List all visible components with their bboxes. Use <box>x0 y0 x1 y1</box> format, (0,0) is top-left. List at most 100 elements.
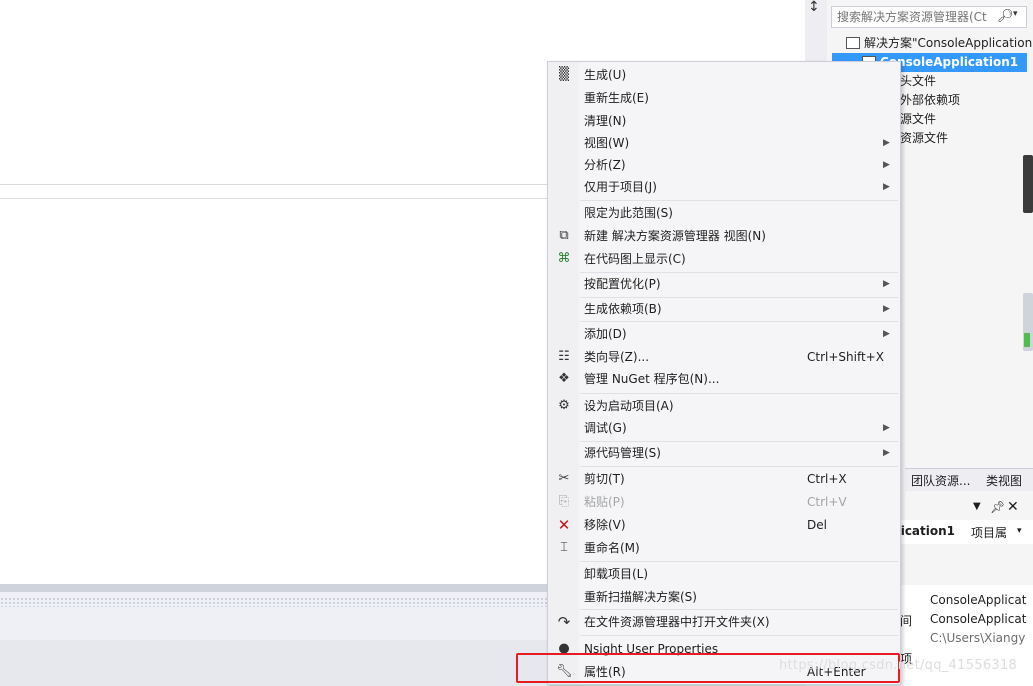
menu-item-label: 粘贴(P) <box>584 495 625 509</box>
menu-item-scope-to-this[interactable]: 限定为此范围(S) <box>548 203 900 223</box>
menu-item-project-only[interactable]: 仅用于项目(J) ▶ <box>548 177 900 197</box>
menu-item-debug[interactable]: 调试(G) ▶ <box>548 418 900 438</box>
menu-item-new-view[interactable]: ⧉ 新建 解决方案资源管理器 视图(N) <box>548 226 900 246</box>
tree-item-resource-files[interactable]: 资源文件 <box>900 129 948 148</box>
paste-icon: ⎘ <box>558 494 570 509</box>
tree-item-external-deps[interactable]: 外部依赖项 <box>900 91 960 110</box>
tree-item-label: 解决方案"ConsoleApplication <box>864 36 1033 50</box>
tree-item-source-files[interactable]: 源文件 <box>900 110 936 129</box>
menu-item-label: 剪切(T) <box>584 472 625 486</box>
submenu-arrow-icon: ▶ <box>883 182 890 192</box>
class-wizard-icon: ☷ <box>558 349 570 364</box>
menu-item-add[interactable]: 添加(D) ▶ <box>548 324 900 344</box>
chevron-down-icon[interactable]: ▼ <box>973 501 981 512</box>
menu-item-label: 新建 解决方案资源管理器 视图(N) <box>584 229 766 243</box>
menu-item-shortcut: Ctrl+Shift+X <box>807 350 884 364</box>
chevron-down-icon[interactable]: ▾ <box>1013 9 1018 19</box>
property-value[interactable]: ConsoleApplicat <box>930 612 1026 626</box>
submenu-arrow-icon: ▶ <box>883 329 890 339</box>
menu-item-rebuild[interactable]: 重新生成(E) <box>548 88 900 108</box>
menu-item-open-in-explorer[interactable]: ↷ 在文件资源管理器中打开文件夹(X) <box>548 612 900 632</box>
menu-item-analyze[interactable]: 分析(Z) ▶ <box>548 155 900 175</box>
submenu-arrow-icon: ▶ <box>883 304 890 314</box>
menu-item-label: 仅用于项目(J) <box>584 180 657 194</box>
close-icon[interactable]: ✕ <box>1007 499 1019 515</box>
menu-item-build[interactable]: ▒ 生成(U) <box>548 65 900 85</box>
search-icon[interactable]: 🔎︎ <box>997 9 1014 24</box>
menu-item-unload-project[interactable]: 卸载项目(L) <box>548 564 900 584</box>
menu-item-pgo[interactable]: 按配置优化(P) ▶ <box>548 274 900 294</box>
tree-item-solution[interactable]: 解决方案"ConsoleApplication <box>832 34 1033 53</box>
menu-item-view[interactable]: 视图(W) ▶ <box>548 133 900 153</box>
properties-object-selector[interactable]: plication1 项目属 ▾ <box>880 520 1033 544</box>
menu-item-remove[interactable]: ✕ 移除(V) Del <box>548 515 900 535</box>
tree-item-label: 头文件 <box>900 74 937 88</box>
tab-team-explorer[interactable]: 团队资源... <box>911 472 970 489</box>
menu-item-label: 限定为此范围(S) <box>584 206 673 220</box>
property-value[interactable]: ConsoleApplicat <box>930 593 1026 607</box>
nuget-icon: ❖ <box>558 371 570 386</box>
menu-item-label: 重新扫描解决方案(S) <box>584 590 697 604</box>
menu-item-label: 在文件资源管理器中打开文件夹(X) <box>584 615 770 629</box>
menu-item-label: 分析(Z) <box>584 158 626 172</box>
menu-separator <box>580 609 898 610</box>
menu-item-label: 源代码管理(S) <box>584 446 661 460</box>
properties-object-type: 项目属 <box>971 526 1008 540</box>
menu-item-build-dependencies[interactable]: 生成依赖项(B) ▶ <box>548 299 900 319</box>
new-view-icon: ⧉ <box>559 228 569 243</box>
submenu-arrow-icon: ▶ <box>883 160 890 170</box>
tree-item-label: 外部依赖项 <box>900 93 961 107</box>
submenu-arrow-icon: ▶ <box>883 423 890 433</box>
pin-icon[interactable]: 📌︎ <box>990 500 1005 514</box>
scrollbar-thumb[interactable] <box>1023 155 1033 213</box>
tree-item-header-files[interactable]: 头文件 <box>900 72 936 91</box>
property-value[interactable]: C:\Users\Xiangy <box>930 631 1025 645</box>
submenu-arrow-icon: ▶ <box>883 279 890 289</box>
menu-item-source-control[interactable]: 源代码管理(S) ▶ <box>548 443 900 463</box>
menu-item-label: 生成(U) <box>584 68 627 82</box>
open-folder-icon: ↷ <box>557 613 571 631</box>
properties-header: ▼ 📌︎ ✕ <box>900 498 1033 520</box>
menu-separator <box>580 561 898 562</box>
menu-separator <box>580 321 898 322</box>
menu-item-label: 按配置优化(P) <box>584 277 661 291</box>
cut-icon: ✂ <box>558 471 570 486</box>
menu-separator <box>580 393 898 394</box>
split-view-icon[interactable]: ↕ <box>808 0 824 14</box>
menu-item-shortcut: Del <box>807 518 827 532</box>
solution-tabs: 团队资源... 类视图 <box>905 468 1033 491</box>
menu-item-label: 在代码图上显示(C) <box>584 252 686 266</box>
chevron-down-icon[interactable]: ▾ <box>1017 526 1022 536</box>
menu-item-clean[interactable]: 清理(N) <box>548 111 900 131</box>
menu-item-label: 添加(D) <box>584 327 627 341</box>
menu-item-label: 类向导(Z)... <box>584 350 650 364</box>
scroll-marker <box>1024 333 1030 347</box>
tab-class-view[interactable]: 类视图 <box>986 472 1022 489</box>
menu-item-manage-nuget[interactable]: ❖ 管理 NuGet 程序包(N)... <box>548 369 900 389</box>
menu-item-shortcut: Ctrl+X <box>807 472 847 486</box>
menu-separator <box>580 441 898 442</box>
property-label: 间 <box>900 614 913 628</box>
menu-item-cut[interactable]: ✂ 剪切(T) Ctrl+X <box>548 469 900 489</box>
menu-item-show-on-code-map[interactable]: ⌘ 在代码图上显示(C) <box>548 249 900 269</box>
gear-icon: ⚙ <box>558 398 570 413</box>
menu-item-rescan-solution[interactable]: 重新扫描解决方案(S) <box>548 587 900 607</box>
menu-item-label: 设为启动项目(A) <box>584 399 674 413</box>
menu-item-shortcut: Ctrl+V <box>807 495 847 509</box>
solution-search-input[interactable] <box>832 7 987 27</box>
solution-icon <box>846 37 860 49</box>
menu-item-class-wizard[interactable]: ☷ 类向导(Z)... Ctrl+Shift+X <box>548 347 900 367</box>
remove-icon: ✕ <box>557 516 571 534</box>
menu-item-label: 卸载项目(L) <box>584 567 649 581</box>
watermark: https://blog.csdn.net/qq_41556318 <box>779 658 1018 673</box>
menu-item-set-startup[interactable]: ⚙ 设为启动项目(A) <box>548 396 900 416</box>
menu-item-rename[interactable]: ⌶ 重命名(M) <box>548 538 900 558</box>
menu-separator <box>580 200 898 201</box>
menu-separator <box>580 635 898 636</box>
menu-item-paste[interactable]: ⎘ 粘贴(P) Ctrl+V <box>548 492 900 512</box>
tree-item-label: 资源文件 <box>900 131 949 145</box>
code-map-icon: ⌘ <box>557 251 571 266</box>
menu-separator <box>580 466 898 467</box>
menu-item-label: 移除(V) <box>584 518 626 532</box>
submenu-arrow-icon: ▶ <box>883 448 890 458</box>
